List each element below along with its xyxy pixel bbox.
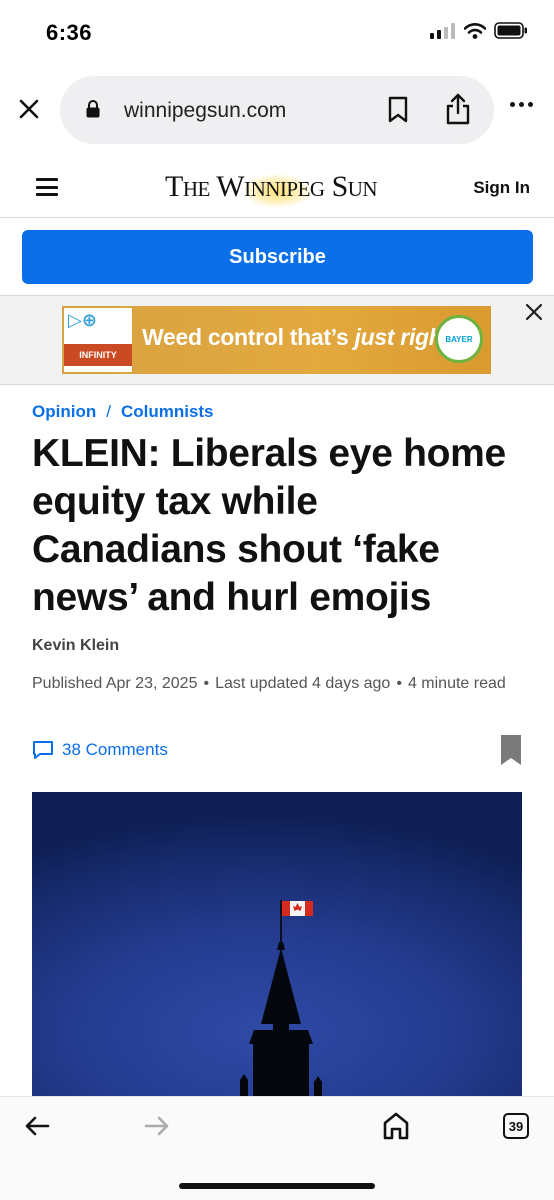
cellular-signal-icon	[430, 22, 455, 39]
status-time: 6:36	[46, 20, 93, 45]
ad-headline: Weed control that’s just right	[142, 324, 450, 350]
read-time: 4 minute read	[407, 675, 506, 692]
forward-arrow-icon[interactable]	[144, 1115, 170, 1137]
home-icon[interactable]	[382, 1111, 410, 1141]
ad-bayer-logo: BAYER	[435, 315, 483, 363]
canadian-flag-icon	[282, 901, 313, 916]
battery-icon	[494, 22, 527, 39]
save-article-bookmark-icon[interactable]	[500, 734, 522, 766]
ad-container: ▷⊕ INFINITY Weed control that’s just rig…	[0, 295, 554, 385]
meta-separator: •	[396, 675, 402, 692]
ad-brand-right: BAYER	[445, 334, 473, 344]
comment-icon	[33, 741, 53, 759]
ad-banner[interactable]: ▷⊕ INFINITY Weed control that’s just rig…	[62, 306, 491, 374]
meta-separator: •	[203, 675, 210, 692]
ad-product-logo: ▷⊕ INFINITY	[64, 308, 132, 372]
breadcrumb-opinion[interactable]: Opinion	[32, 402, 96, 422]
home-indicator	[179, 1183, 375, 1189]
url-text: winnipegsun.com	[124, 99, 287, 122]
menu-icon[interactable]	[36, 178, 58, 196]
article-meta: Published Apr 23, 2025 • Last updated 4 da…	[32, 673, 532, 694]
subscribe-button[interactable]: Subscribe	[22, 230, 533, 284]
ad-brand-left: INFINITY	[64, 344, 132, 366]
ad-close-icon[interactable]	[522, 300, 546, 324]
share-icon[interactable]	[444, 92, 472, 126]
lock-icon	[86, 100, 100, 118]
close-icon	[19, 99, 39, 119]
tabs-button[interactable]: 39	[503, 1113, 529, 1139]
status-bar: 6:36	[0, 0, 554, 64]
wifi-icon	[464, 22, 486, 39]
breadcrumb-columnists[interactable]: Columnists	[121, 402, 214, 422]
more-icon[interactable]	[510, 102, 533, 107]
back-arrow-icon[interactable]	[24, 1115, 50, 1137]
parliament-peace-tower-silhouette	[240, 900, 322, 1096]
breadcrumb: Opinion / Columnists	[32, 402, 214, 422]
address-bar[interactable]: winnipegsun.com	[60, 76, 494, 144]
ad-play-icon: ▷⊕	[68, 310, 97, 330]
bookmark-icon[interactable]	[386, 96, 410, 124]
site-logo[interactable]: The Winnipeg Sun	[165, 170, 378, 204]
last-updated: Last updated 4 days ago	[215, 675, 391, 692]
comments-label: 38 Comments	[62, 740, 168, 759]
sign-in-link[interactable]: Sign In	[473, 178, 530, 198]
breadcrumb-separator: /	[106, 402, 111, 421]
article-headline: KLEIN: Liberals eye home equity tax whil…	[32, 432, 506, 619]
browser-url-row: winnipegsun.com	[0, 72, 554, 150]
article-author[interactable]: Kevin Klein	[32, 637, 119, 655]
status-icons	[430, 22, 528, 39]
browser-bottom-toolbar: 39	[0, 1096, 554, 1200]
published-date: Published Apr 23, 2025	[32, 675, 198, 692]
close-tab-button[interactable]	[14, 94, 44, 124]
site-header: The Winnipeg Sun Sign In	[0, 160, 554, 218]
comments-link[interactable]: 38 Comments	[32, 740, 168, 760]
article-hero-image	[32, 792, 522, 1096]
